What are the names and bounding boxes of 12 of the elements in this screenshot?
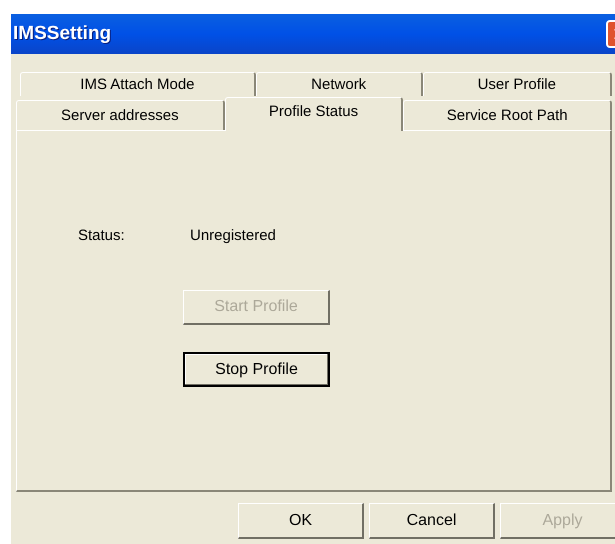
status-label: Status:: [78, 227, 126, 244]
window-title: IMSSetting: [13, 23, 112, 45]
dialog-button[interactable]: OK: [238, 503, 364, 539]
tab[interactable]: Service Root Path: [403, 100, 612, 130]
tab[interactable]: Profile Status: [224, 97, 404, 131]
profile-button[interactable]: Stop Profile: [183, 352, 330, 387]
dialog-button[interactable]: Cancel: [369, 503, 495, 539]
tab[interactable]: IMS Attach Mode: [20, 72, 256, 96]
tab[interactable]: Network: [256, 72, 423, 96]
status-value: Unregistered: [190, 227, 276, 244]
tab[interactable]: User Profile: [422, 72, 612, 96]
tab[interactable]: Server addresses: [16, 100, 225, 130]
